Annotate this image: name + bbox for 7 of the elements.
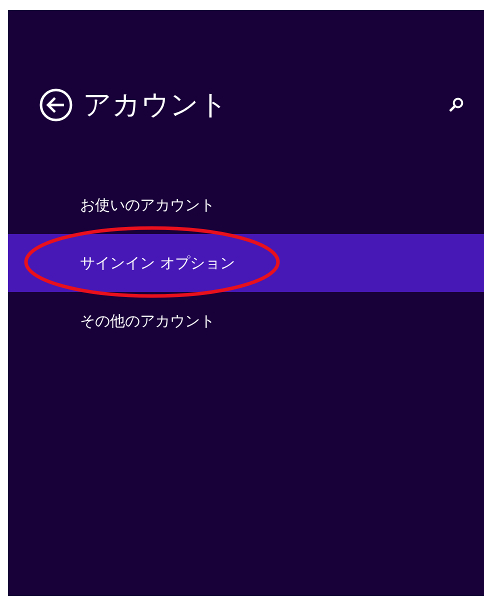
page-title: アカウント [83,87,229,123]
search-icon [448,97,464,113]
search-button[interactable] [448,97,464,113]
back-button[interactable] [39,88,73,122]
menu-item[interactable]: お使いのアカウント [8,176,484,234]
menu-item[interactable]: サインイン オプション [8,234,484,292]
menu-item[interactable]: その他のアカウント [8,292,484,350]
